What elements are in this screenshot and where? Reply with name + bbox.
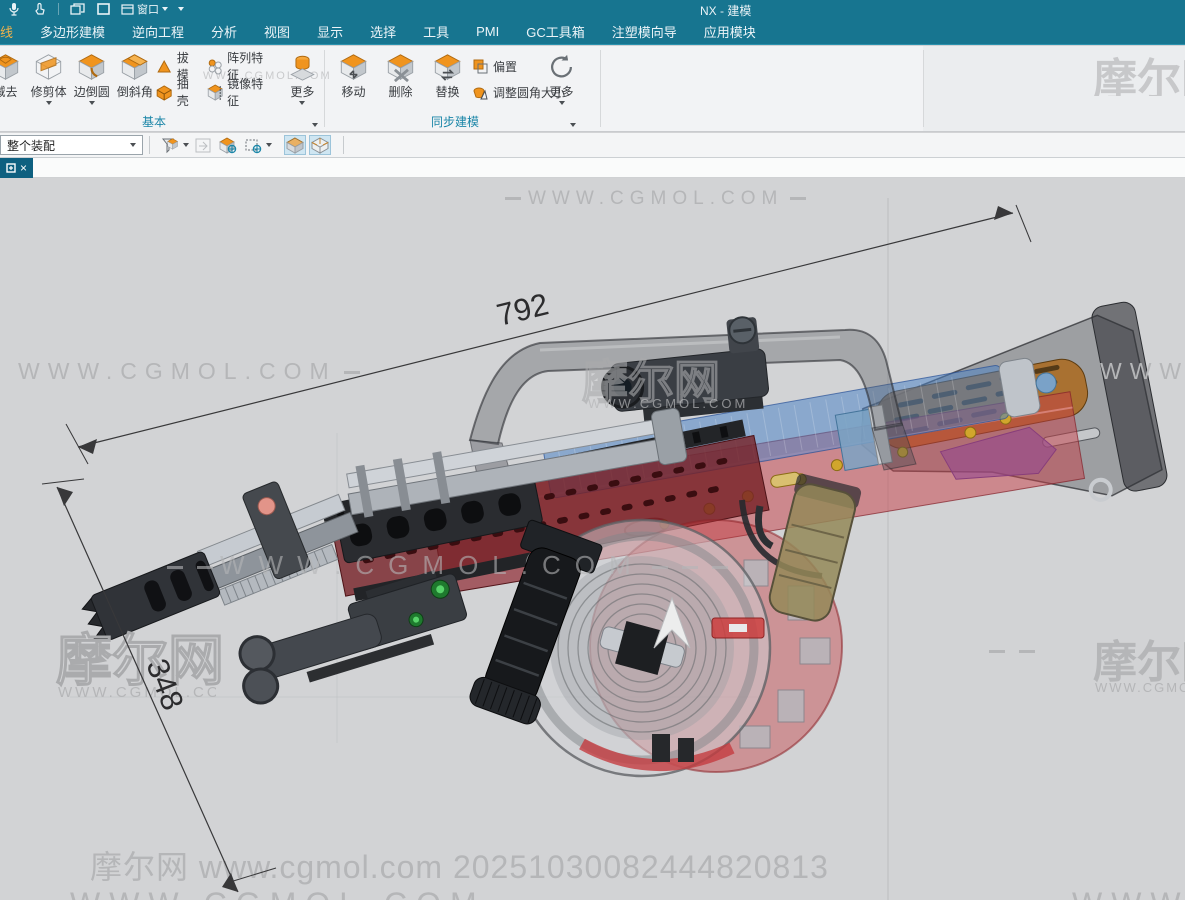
watermark: WWW.CGMOL.COM [588, 396, 749, 411]
chamfer-button[interactable]: 倒斜角 [113, 50, 156, 100]
toolbar-separator [149, 136, 150, 154]
watermark: WWW.CGMOL.COM [1100, 358, 1185, 384]
group-dialog-launcher-icon[interactable] [570, 123, 576, 127]
title-bar: 窗口 NX - 建模 [0, 0, 1185, 18]
add-to-selection-icon[interactable] [217, 135, 239, 155]
delete-face-button[interactable]: 删除 [377, 50, 424, 100]
pattern-feature-button[interactable]: 阵列特征 [207, 51, 271, 82]
watermark: WWW.CGMOL.COM [160, 550, 735, 581]
mirror-feature-button[interactable]: 镜像特征 [207, 77, 271, 108]
wireframe-display-toggle-icon[interactable] [309, 135, 331, 155]
region-select-icon[interactable] [242, 135, 264, 155]
tab-gc-toolbox[interactable]: GC工具箱 [526, 22, 585, 41]
ribbon-tab-bar: 线 多边形建模 逆向工程 分析 视图 显示 选择 工具 PMI GC工具箱 注塑… [0, 18, 1185, 45]
assembly-model-rifle[interactable] [0, 178, 1185, 900]
ribbon-options-caret-icon[interactable] [178, 7, 184, 11]
shell-button[interactable]: 抽壳 [156, 77, 198, 108]
move-face-button[interactable]: 移动 [330, 50, 377, 100]
watermark: WWW.CGMOL.COM [498, 188, 813, 210]
window-title: NX - 建模 [700, 4, 752, 18]
selection-scope-value: 整个装配 [7, 138, 56, 153]
chevron-down-icon [45, 101, 52, 105]
tab-curve[interactable]: 线 [0, 22, 13, 41]
previous-selection-icon[interactable] [192, 135, 214, 155]
chevron-down-icon [88, 101, 95, 105]
subtract-button[interactable]: 减去 [0, 50, 27, 100]
window-menu[interactable]: 窗口 [121, 1, 168, 17]
touch-mode-icon[interactable] [32, 2, 48, 16]
chevron-down-icon [299, 101, 306, 105]
tab-reverse-engineering[interactable]: 逆向工程 [132, 22, 184, 41]
quick-access-toolbar: 窗口 [0, 1, 184, 17]
part-tab[interactable]: × [0, 158, 33, 178]
group-label-basic: 基本 [141, 115, 166, 129]
tab-mold-wizard[interactable]: 注塑模向导 [612, 22, 677, 41]
trim-body-button[interactable]: 修剪体 [27, 50, 70, 105]
draft-button[interactable]: 拔模 [156, 51, 198, 82]
watermark: WWW.CGMOL.COM [18, 358, 367, 385]
part-icon [6, 163, 16, 173]
tab-application-module[interactable]: 应用模块 [704, 22, 756, 41]
cascade-windows-icon[interactable] [69, 2, 85, 16]
chevron-down-icon [130, 143, 136, 147]
tab-select[interactable]: 选择 [370, 22, 396, 41]
tab-polygon-modeling[interactable]: 多边形建模 [40, 22, 105, 41]
toolbar-separator [58, 3, 59, 15]
ribbon-separator [324, 50, 325, 127]
window-menu-label: 窗口 [137, 4, 159, 16]
tab-pmi[interactable]: PMI [476, 24, 499, 39]
close-icon[interactable]: × [20, 161, 27, 175]
watermark [982, 640, 1042, 663]
chevron-down-icon[interactable] [183, 143, 189, 147]
chevron-down-icon [162, 7, 168, 11]
chevron-down-icon[interactable] [266, 143, 272, 147]
tab-view[interactable]: 视图 [264, 22, 290, 41]
ribbon-separator [600, 50, 601, 127]
watermark: WWW.CGMOL.COM [58, 684, 216, 701]
graphics-viewport[interactable]: WWW.CGMOL.COM WWW.CGMOL.COM WWW.CGMOL.CO… [0, 178, 1185, 900]
selection-filter-icon[interactable] [159, 135, 181, 155]
tab-tools[interactable]: 工具 [423, 22, 449, 41]
watermark-id-line: 摩尔网 www.cgmol.com 20251030082444820813 [90, 849, 829, 885]
tab-display[interactable]: 显示 [317, 22, 343, 41]
ribbon-separator [923, 50, 924, 127]
group-label-synchronous: 同步建模 [430, 115, 479, 129]
watermark: WWW.CGMOL.COM [70, 886, 576, 900]
tab-analysis[interactable]: 分析 [211, 22, 237, 41]
watermark: WWW.CGMOL.COM [1095, 680, 1185, 695]
chevron-down-icon [558, 101, 565, 105]
nx-application-window: 窗口 NX - 建模 线 多边形建模 逆向工程 分析 视图 显示 选择 工具 P… [0, 0, 1185, 900]
group-dialog-launcher-icon[interactable] [312, 123, 318, 127]
selection-scope-select[interactable]: 整个装配 [0, 135, 143, 155]
synchronous-more-button[interactable]: 更多 [538, 50, 585, 105]
selection-bar: 整个装配 [0, 133, 1185, 158]
edge-blend-button[interactable]: 边倒圆 [70, 50, 113, 105]
microphone-icon[interactable] [6, 2, 22, 16]
watermark: 摩尔网 [1093, 56, 1185, 96]
replace-face-button[interactable]: 替换 [424, 50, 471, 100]
basic-more-button[interactable]: 更多 [281, 50, 324, 105]
ribbon: WWW.CGMOL.COM 摩尔网 减去 修剪体 边倒圆 倒斜角 [0, 46, 1185, 132]
part-tab-strip: × [0, 158, 1185, 178]
ribbon-group-basic: 减去 修剪体 边倒圆 倒斜角 拔模 [0, 46, 324, 131]
watermark: WWW.CGMOL.COM [1072, 886, 1185, 900]
shaded-display-toggle-icon[interactable] [284, 135, 306, 155]
maximize-window-icon[interactable] [95, 2, 111, 16]
toolbar-separator [343, 136, 344, 154]
